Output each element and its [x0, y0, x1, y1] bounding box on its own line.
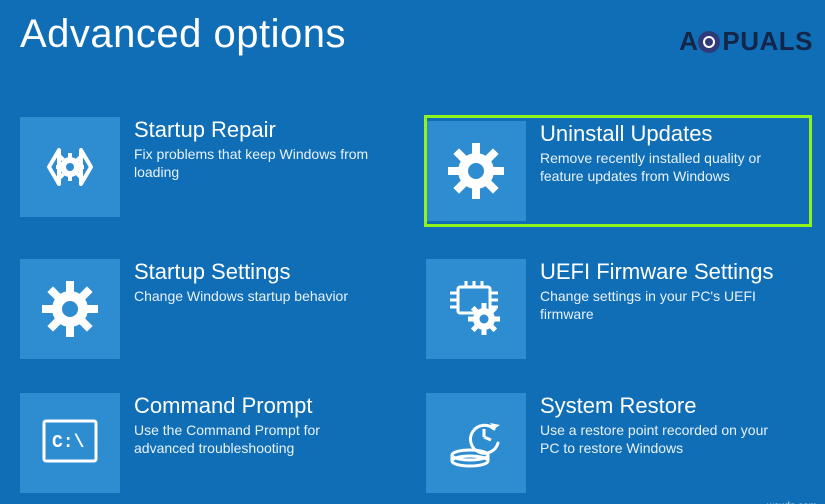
- tile-desc: Use a restore point recorded on your PC …: [540, 421, 790, 457]
- gear-icon: [20, 259, 120, 359]
- tile-system-restore[interactable]: System Restore Use a restore point recor…: [426, 393, 810, 493]
- tile-desc: Use the Command Prompt for advanced trou…: [134, 421, 384, 457]
- tile-desc: Remove recently installed quality or fea…: [540, 149, 790, 185]
- tile-desc: Fix problems that keep Windows from load…: [134, 145, 384, 181]
- tile-title: UEFI Firmware Settings: [540, 259, 810, 285]
- tile-desc: Change Windows startup behavior: [134, 287, 384, 305]
- appuals-logo: A PUALS: [679, 26, 813, 57]
- tile-startup-repair[interactable]: Startup Repair Fix problems that keep Wi…: [20, 117, 404, 225]
- tile-title: Uninstall Updates: [540, 121, 810, 147]
- gear-icon: [426, 121, 526, 221]
- tile-startup-settings[interactable]: Startup Settings Change Windows startup …: [20, 259, 404, 359]
- chip-gear-icon: [426, 259, 526, 359]
- terminal-icon: C:\: [20, 393, 120, 493]
- svg-text:C:\: C:\: [52, 433, 85, 453]
- repair-icon: [20, 117, 120, 217]
- tile-command-prompt[interactable]: C:\ Command Prompt Use the Command Promp…: [20, 393, 404, 493]
- tile-uefi-firmware[interactable]: UEFI Firmware Settings Change settings i…: [426, 259, 810, 359]
- logo-badge: [698, 31, 720, 53]
- logo-left: A: [679, 26, 698, 57]
- tile-title: Startup Settings: [134, 259, 404, 285]
- tile-title: System Restore: [540, 393, 810, 419]
- tile-title: Startup Repair: [134, 117, 404, 143]
- tile-desc: Change settings in your PC's UEFI firmwa…: [540, 287, 790, 323]
- logo-right: PUALS: [722, 26, 813, 57]
- restore-icon: [426, 393, 526, 493]
- tile-uninstall-updates[interactable]: Uninstall Updates Remove recently instal…: [426, 117, 810, 225]
- tile-title: Command Prompt: [134, 393, 404, 419]
